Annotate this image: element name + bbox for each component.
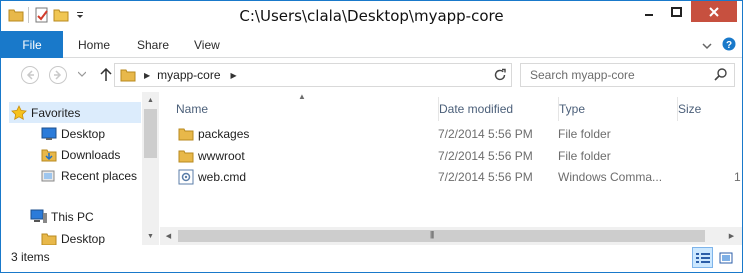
file-size: 1 K [734, 169, 742, 184]
folder-icon [177, 145, 195, 166]
column-label: Type [559, 102, 586, 116]
downloads-folder-icon [39, 148, 59, 162]
navigation-bar: ▶ myapp-core ▶ Search myapp-core [1, 58, 742, 92]
window-title: C:\Users\clala\Desktop\myapp-core [239, 7, 504, 25]
file-row[interactable]: wwwroot 7/2/2014 5:56 PM File folder [160, 145, 742, 166]
file-row[interactable]: web.cmd 7/2/2014 5:56 PM Windows Comma..… [160, 166, 742, 187]
nav-item-label: Downloads [61, 147, 121, 162]
nav-item-label: Recent places [61, 168, 138, 183]
nav-item-label: Favorites [31, 105, 81, 120]
svg-text:?: ? [726, 40, 732, 51]
customize-dropdown-icon[interactable] [71, 6, 88, 24]
nav-item-label: This PC [51, 209, 94, 224]
nav-item-desktop[interactable]: Desktop [39, 123, 105, 144]
file-type: File folder [558, 148, 611, 163]
desktop-folder-icon [39, 232, 59, 245]
search-input[interactable]: Search myapp-core [530, 68, 714, 82]
address-bar[interactable]: ▶ myapp-core ▶ [114, 63, 512, 87]
details-view-button[interactable] [692, 247, 713, 268]
folder-icon[interactable] [7, 6, 24, 24]
ribbon-controls: ? [702, 37, 736, 54]
folder-icon [120, 68, 138, 82]
search-icon[interactable] [714, 67, 728, 84]
file-name: wwwroot [198, 148, 245, 163]
file-list-horizontal-scrollbar[interactable]: ◀ ||| ▶ [160, 227, 742, 245]
file-name: packages [198, 126, 250, 141]
scroll-right-icon[interactable]: ▶ [723, 227, 740, 245]
nav-item-label: Desktop [61, 231, 106, 246]
column-header-size[interactable]: Size [677, 97, 742, 121]
tab-home[interactable]: Home [78, 31, 110, 58]
breadcrumb-arrow-icon[interactable]: ▶ [144, 71, 150, 80]
scroll-left-icon[interactable]: ◀ [160, 227, 177, 245]
scrollbar-thumb[interactable] [178, 230, 705, 242]
file-list: ▲ Name Date modified Type Size packages … [160, 92, 742, 245]
tab-file[interactable]: File [1, 31, 63, 58]
nav-item-downloads[interactable]: Downloads [39, 144, 120, 165]
breadcrumb-arrow-icon[interactable]: ▶ [231, 71, 237, 80]
desktop-icon [39, 127, 59, 141]
nav-item-label: Desktop [61, 126, 106, 141]
properties-icon[interactable] [33, 6, 50, 24]
column-label: Name [176, 102, 209, 116]
file-date: 7/2/2014 5:56 PM [438, 148, 533, 163]
explorer-window: C:\Users\clala\Desktop\myapp-core File H… [0, 0, 743, 273]
file-date: 7/2/2014 5:56 PM [438, 169, 533, 184]
nav-item-desktop[interactable]: Desktop [39, 228, 105, 245]
title-bar: C:\Users\clala\Desktop\myapp-core [1, 1, 742, 31]
column-header-date-modified[interactable]: Date modified [438, 97, 550, 121]
maximize-button[interactable] [663, 1, 690, 22]
nav-item-recent-places[interactable]: Recent places [39, 165, 137, 186]
expand-ribbon-icon[interactable] [702, 39, 712, 53]
tab-share[interactable]: Share [137, 31, 169, 58]
search-box[interactable]: Search myapp-core [520, 63, 735, 87]
refresh-button[interactable] [493, 68, 507, 85]
forward-button[interactable] [47, 64, 69, 86]
status-bar: 3 items [1, 245, 742, 272]
new-folder-icon[interactable] [52, 6, 69, 24]
view-switcher [692, 247, 736, 268]
column-header-name[interactable]: Name [176, 97, 432, 121]
column-label: Date modified [439, 102, 514, 116]
toolbar-separator [28, 7, 29, 23]
scroll-up-icon[interactable]: ▲ [142, 92, 159, 109]
computer-icon [29, 209, 49, 225]
scrollbar-grip-icon: ||| [430, 230, 434, 239]
large-icons-view-button[interactable] [715, 247, 736, 268]
help-icon[interactable]: ? [722, 37, 736, 54]
scrollbar-thumb[interactable] [144, 109, 157, 158]
back-button[interactable] [19, 64, 41, 86]
nav-item-this-pc[interactable]: This PC [29, 206, 94, 227]
recent-places-icon [39, 169, 59, 183]
cmd-file-icon [177, 166, 195, 187]
file-row[interactable]: packages 7/2/2014 5:56 PM File folder [160, 123, 742, 144]
minimize-button[interactable] [635, 1, 662, 22]
column-label: Size [678, 102, 702, 116]
folder-icon [177, 123, 195, 144]
nav-pane-scrollbar[interactable]: ▲ ▼ [142, 92, 159, 245]
breadcrumb[interactable]: myapp-core [157, 68, 220, 82]
star-icon [9, 105, 29, 120]
column-header-type[interactable]: Type [558, 97, 670, 121]
recent-locations-dropdown[interactable] [77, 68, 87, 80]
close-button[interactable] [691, 1, 737, 22]
file-type: File folder [558, 126, 611, 141]
scroll-down-icon[interactable]: ▼ [142, 228, 159, 245]
tab-view[interactable]: View [194, 31, 220, 58]
nav-item-favorites[interactable]: Favorites [9, 102, 141, 123]
quick-access-toolbar [7, 6, 88, 24]
file-type: Windows Comma... [558, 169, 663, 184]
file-date: 7/2/2014 5:56 PM [438, 126, 533, 141]
file-name: web.cmd [198, 169, 247, 184]
ribbon-tabs: File Home Share View ? [1, 31, 742, 58]
navigation-pane: Favorites Desktop Downloads Recent place… [1, 92, 159, 245]
item-count: 3 items [11, 250, 50, 264]
